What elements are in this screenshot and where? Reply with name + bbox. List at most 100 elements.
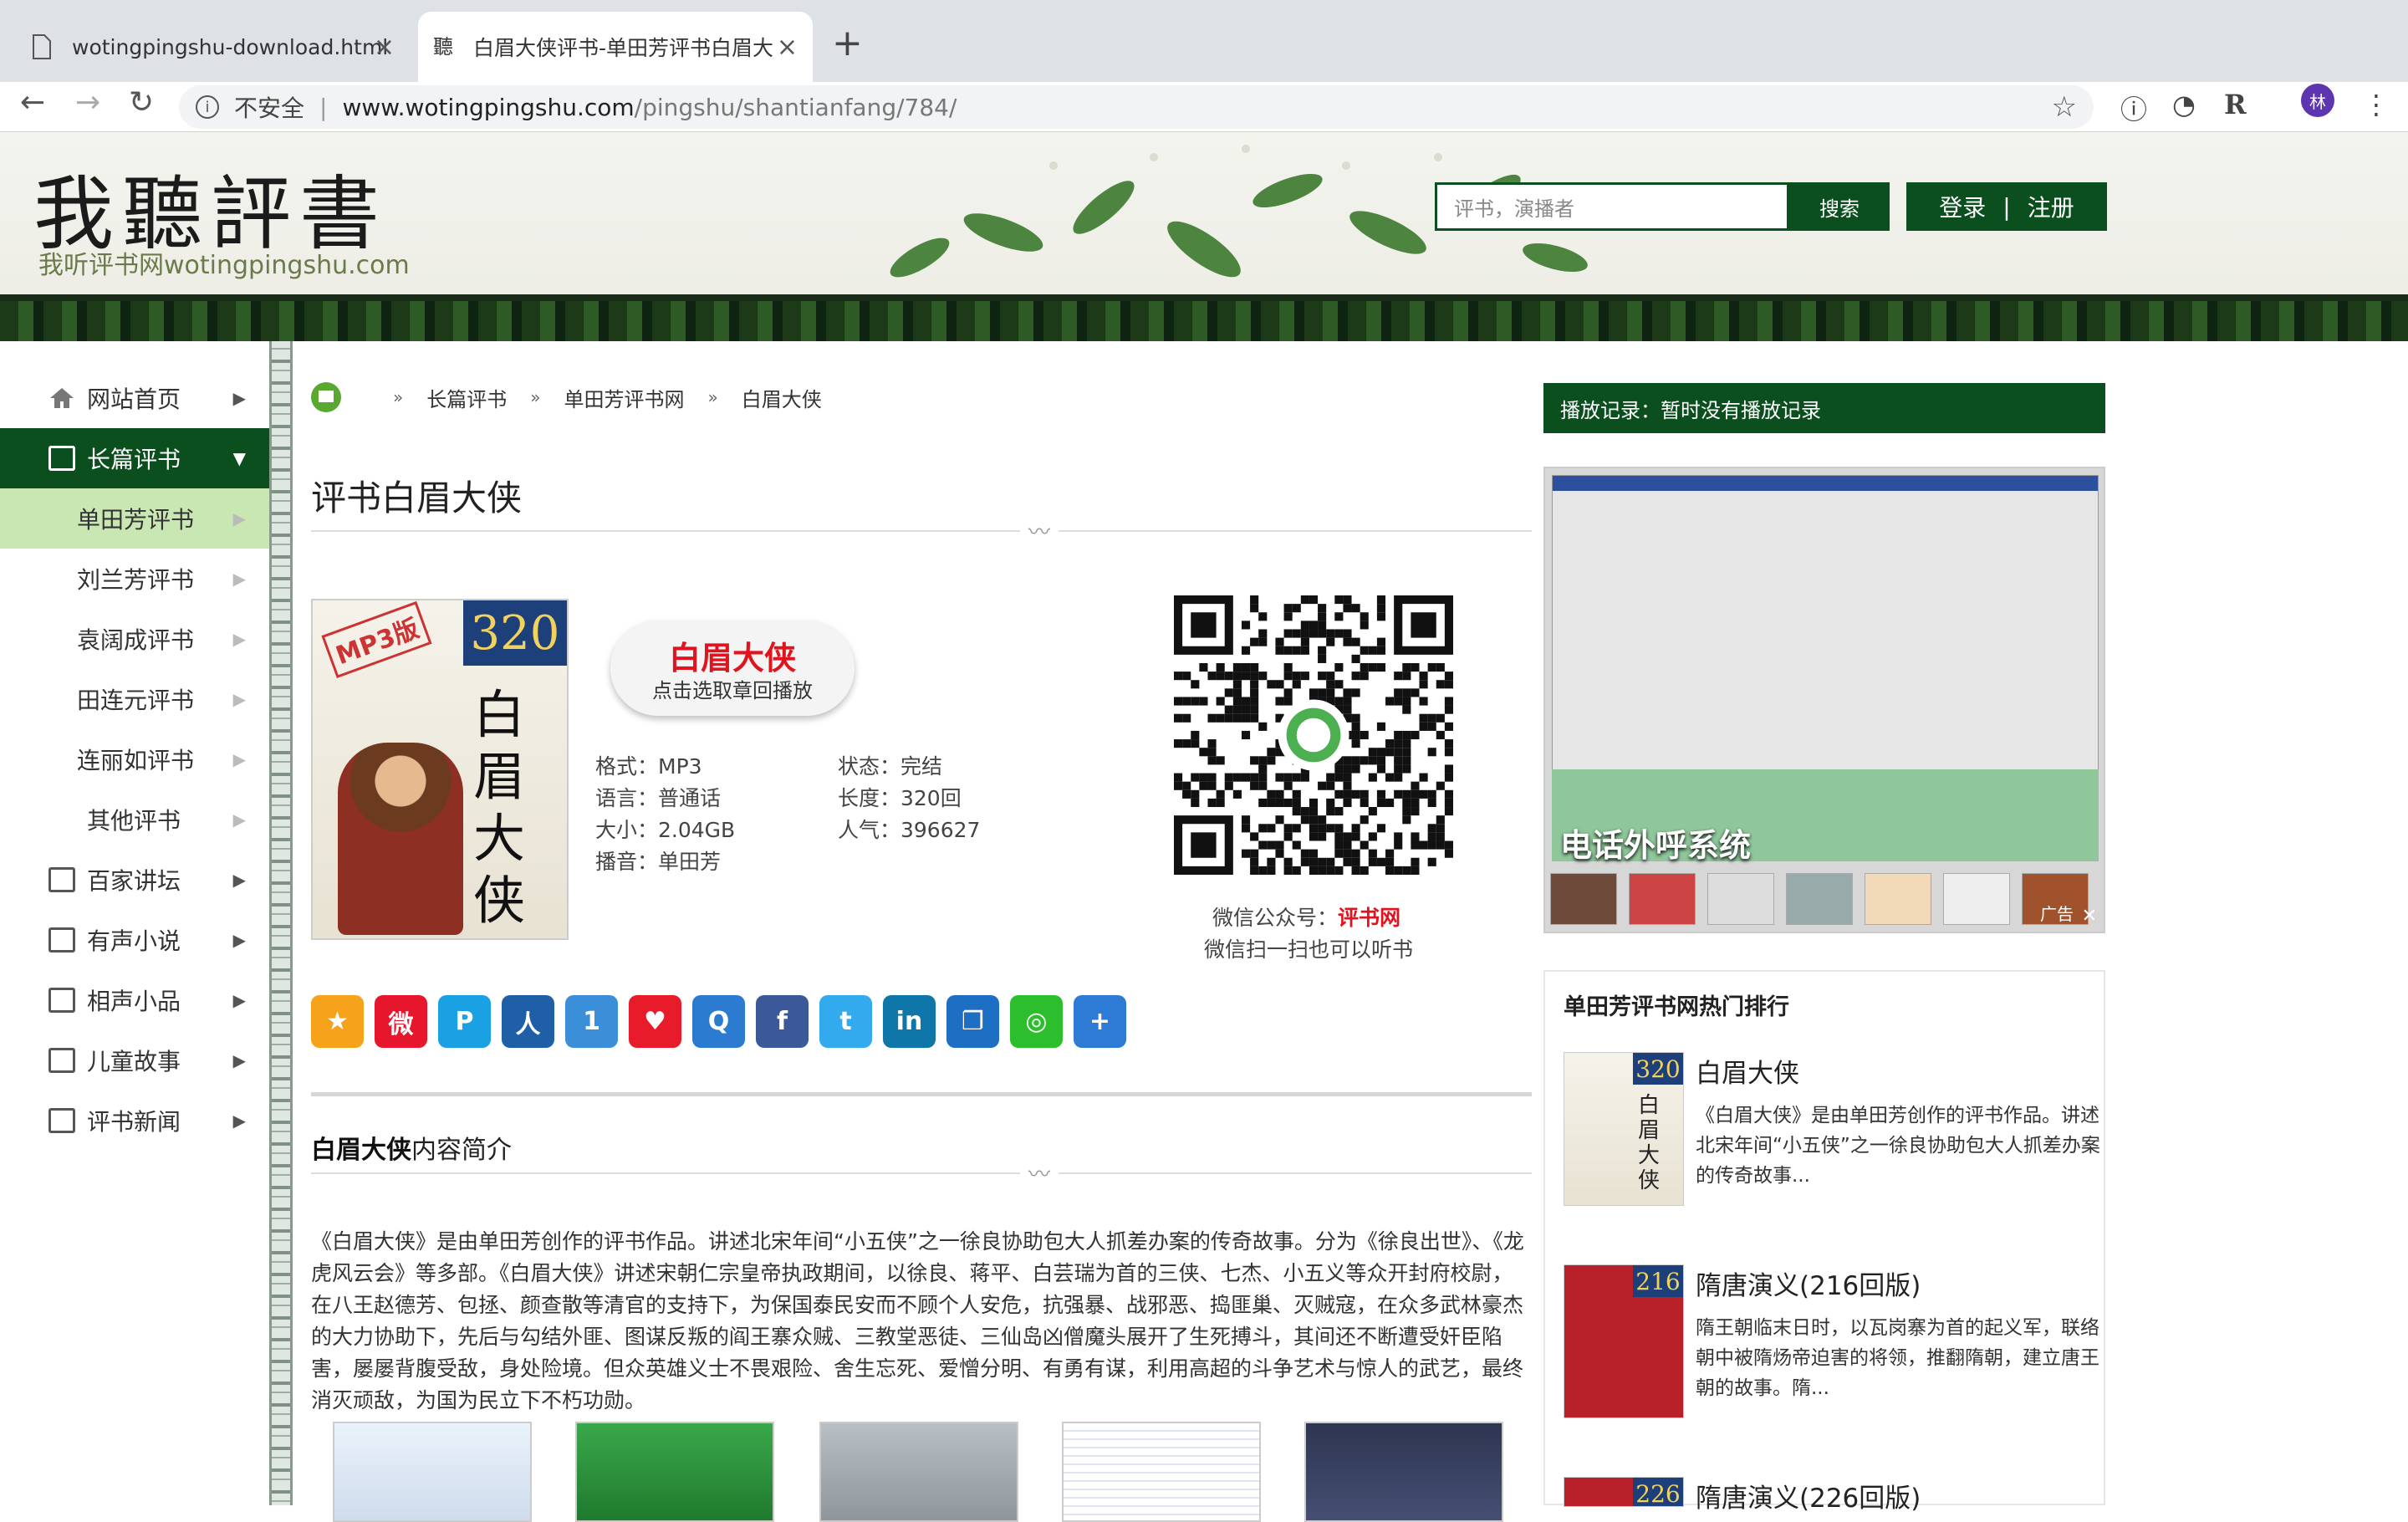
ranking-cover[interactable]: 226 <box>1564 1477 1684 1507</box>
close-tab-icon[interactable]: × <box>374 33 395 62</box>
document-icon <box>32 34 54 59</box>
book-meta-right: 状态：完结 长度：320回 人气：396627 <box>838 754 981 842</box>
related-thumbnail[interactable] <box>333 1422 532 1522</box>
kaixin-share-icon[interactable]: 1 <box>565 995 618 1048</box>
facebook-share-icon[interactable]: f <box>756 995 809 1048</box>
close-tab-icon[interactable]: × <box>777 33 798 62</box>
ranking-item-desc: 《白眉大侠》是由单田芳创作的评书作品。讲述北宋年间“小五侠”之一徐良协助包大人抓… <box>1696 1105 2100 1187</box>
related-thumbnail[interactable] <box>1062 1422 1261 1522</box>
breadcrumb-item[interactable]: 长篇评书 <box>426 383 507 412</box>
sidebar-item-crosstalk[interactable]: 相声小品 ▶ <box>0 970 269 1030</box>
wechat-account-name: 评书网 <box>1338 906 1401 930</box>
forward-arrow-icon[interactable]: → <box>75 85 100 120</box>
cover-number: 320 <box>463 600 567 666</box>
search-button[interactable]: 搜索 <box>1789 182 1890 231</box>
qq-share-icon[interactable]: Q <box>692 995 745 1048</box>
weibo-share-icon[interactable]: 微 <box>375 995 427 1048</box>
wechat-qr-code <box>1174 595 1453 875</box>
search-input[interactable]: 评书，演播者 <box>1435 182 1789 231</box>
browser-tab-download[interactable]: wotingpingshu-download.html × <box>17 12 410 82</box>
book-cover[interactable]: MP3版 320 白眉大侠 <box>311 599 569 940</box>
ranking-item-name[interactable]: 隋唐演义(226回版) <box>1696 1477 1921 1514</box>
ranking-item-desc: 隋王朝临末日时，以瓦岗寨为首的起义军，联络朝中被隋炀帝迫害的将领，推翻隋朝，建立… <box>1696 1317 2099 1399</box>
register-link[interactable]: 注册 <box>2028 190 2074 223</box>
ranking-item-name[interactable]: 白眉大侠 <box>1696 1052 1799 1090</box>
address-bar[interactable]: i 不安全 | www.wotingpingshu.com /pingshu/s… <box>179 85 2094 129</box>
tab-title: wotingpingshu-download.html <box>72 34 389 59</box>
ranking-item-name[interactable]: 隋唐演义(216回版) <box>1696 1264 1921 1302</box>
login-register-button[interactable]: 登录 | 注册 <box>1906 182 2107 231</box>
twitter-share-icon[interactable]: t <box>819 995 872 1048</box>
linkedin-share-icon[interactable]: in <box>883 995 936 1048</box>
chevron-right-icon: ▶ <box>232 930 246 950</box>
sidebar-item-news[interactable]: 评书新闻 ▶ <box>0 1090 269 1151</box>
url-host: www.wotingpingshu.com <box>342 93 635 121</box>
tencent-weibo-share-icon[interactable]: P <box>438 995 491 1048</box>
ad-close-icon[interactable]: ✕ <box>2082 906 2097 927</box>
renren-share-icon[interactable]: 人 <box>502 995 554 1048</box>
related-thumbnail[interactable] <box>575 1422 774 1522</box>
book-icon <box>48 988 75 1013</box>
play-chapters-button[interactable]: 白眉大侠 点击选取章回播放 <box>610 621 855 716</box>
browser-toolbar: ← → ↻ i 不安全 | www.wotingpingshu.com /pin… <box>0 82 2408 132</box>
extension-gauge-icon[interactable]: ◔ <box>2172 89 2196 120</box>
home-icon[interactable] <box>311 382 341 412</box>
book-icon <box>48 1108 75 1133</box>
share-bar: ★ 微 P 人 1 ♥ Q f t in ❐ ◎ + <box>311 995 1126 1048</box>
divider-ornament-icon: 〰 <box>1020 1157 1059 1188</box>
reload-icon[interactable]: ↻ <box>129 85 154 120</box>
chevron-down-icon: ▼ <box>232 448 246 468</box>
sidebar-item-liulanfang[interactable]: 刘兰芳评书 ▶ <box>0 549 269 609</box>
hot-ranking-panel: 单田芳评书网热门排行 320 白眉大侠 白眉大侠 《白眉大侠》是由单田芳创作的评… <box>1543 970 2105 1514</box>
extension-r-icon[interactable]: R <box>2224 89 2247 120</box>
breadcrumb-item[interactable]: 单田芳评书网 <box>564 383 685 412</box>
browser-tab-active[interactable]: 聽 白眉大侠评书-单田芳评书白眉大 × <box>418 12 813 82</box>
sidebar-item-lianliru[interactable]: 连丽如评书 ▶ <box>0 729 269 789</box>
sidebar-item-yuankuocheng[interactable]: 袁阔成评书 ▶ <box>0 609 269 669</box>
sidebar-item-children[interactable]: 儿童故事 ▶ <box>0 1030 269 1090</box>
more-share-icon[interactable]: + <box>1074 995 1126 1048</box>
divider <box>311 1172 1532 1174</box>
sidebar-item-tianlianyuan[interactable]: 田连元评书 ▶ <box>0 669 269 729</box>
chevron-right-icon: ▶ <box>232 990 246 1010</box>
bookmark-star-icon[interactable]: ☆ <box>2052 90 2077 124</box>
wechat-scan-caption: 微信扫一扫也可以听书 <box>1204 937 1414 962</box>
book-icon <box>48 867 75 892</box>
copy-share-icon[interactable]: ❐ <box>946 995 999 1048</box>
qzone-share-icon[interactable]: ★ <box>311 995 364 1048</box>
advertisement[interactable]: 电话外呼系统 广告 ✕ <box>1543 467 2105 933</box>
sidebar-item-baijia[interactable]: 百家讲坛 ▶ <box>0 850 269 910</box>
sidebar-nav: 网站首页 ▶ 长篇评书 ▼ 单田芳评书 ▶ 刘兰芳评书 ▶ 袁阔成评书 ▶ 田连… <box>0 368 269 1151</box>
sidebar-item-other[interactable]: 其他评书 ▶ <box>0 789 269 850</box>
tab-title: 白眉大侠评书-单田芳评书白眉大 <box>473 36 774 60</box>
info-icon[interactable]: i <box>196 95 219 119</box>
chevron-right-icon: ▶ <box>232 569 246 589</box>
profile-avatar[interactable]: 林 <box>2301 84 2334 117</box>
intro-heading: 白眉大侠内容简介 <box>311 1136 512 1165</box>
heart-share-icon[interactable]: ♥ <box>629 995 681 1048</box>
extension-info-icon[interactable]: ⓘ <box>2120 89 2147 127</box>
chevron-right-icon: ▶ <box>232 508 246 529</box>
chevron-right-icon: ▶ <box>232 810 246 830</box>
ranking-cover[interactable]: 216 <box>1564 1264 1684 1418</box>
back-arrow-icon[interactable]: ← <box>20 85 45 120</box>
sidebar-item-longform[interactable]: 长篇评书 ▼ <box>0 428 269 488</box>
related-thumbnail[interactable] <box>819 1422 1018 1522</box>
browser-menu-icon[interactable]: ⋮ <box>2363 89 2390 120</box>
chevron-right-icon: ▶ <box>232 1111 246 1131</box>
book-meta-left: 格式：MP3 语言：普通话 大小：2.04GB 播音：单田芳 <box>595 754 736 874</box>
related-thumbnail[interactable] <box>1304 1422 1503 1522</box>
greek-key-border <box>269 341 293 1505</box>
chevron-right-icon: ▶ <box>232 1050 246 1070</box>
wechat-share-icon[interactable]: ◎ <box>1010 995 1063 1048</box>
new-tab-icon[interactable]: + <box>832 22 863 64</box>
ranking-cover[interactable]: 320 白眉大侠 <box>1564 1052 1684 1206</box>
chevron-right-icon: ▶ <box>232 629 246 649</box>
intro-text: 《白眉大侠》是由单田芳创作的评书作品。讲述北宋年间“小五侠”之一徐良协助包大人抓… <box>311 1229 1524 1412</box>
sidebar-item-home[interactable]: 网站首页 ▶ <box>0 368 269 428</box>
sidebar-item-novel[interactable]: 有声小说 ▶ <box>0 910 269 970</box>
login-link[interactable]: 登录 <box>1939 190 1986 223</box>
page-title: 评书白眉大侠 <box>311 478 523 518</box>
chevron-right-icon: ▶ <box>232 870 246 890</box>
sidebar-item-shantianfang[interactable]: 单田芳评书 ▶ <box>0 488 269 549</box>
